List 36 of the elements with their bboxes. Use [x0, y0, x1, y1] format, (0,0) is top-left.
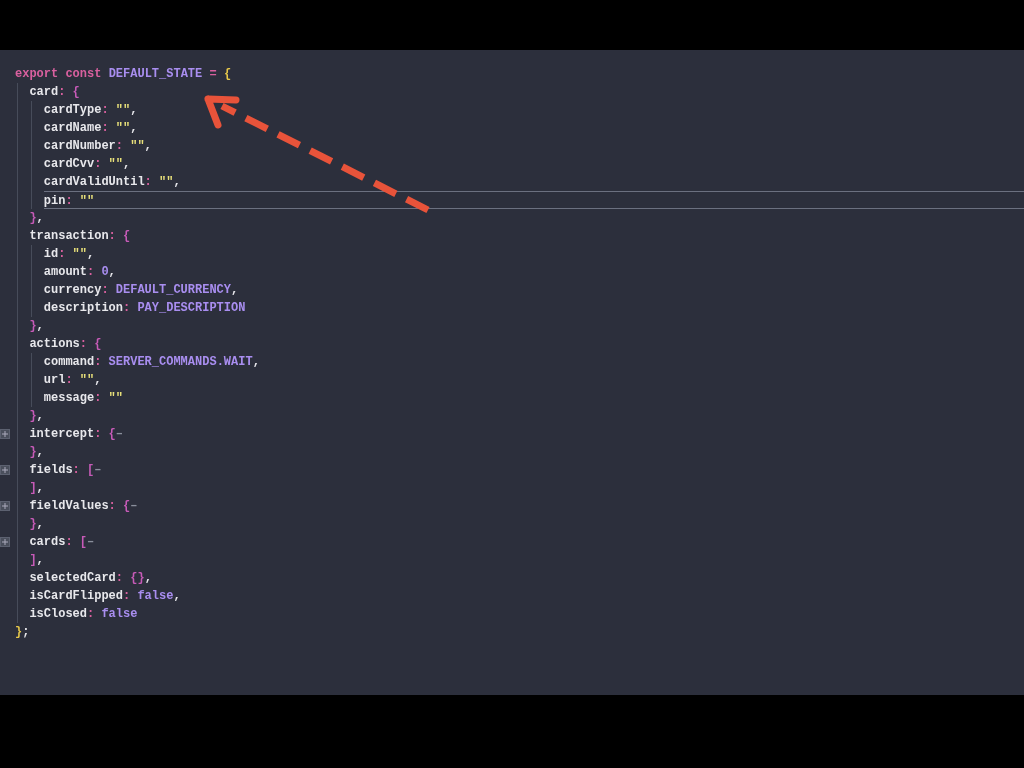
code-line: ],: [29, 552, 45, 569]
code-line: },: [29, 318, 45, 335]
code-line: amount: 0,: [43, 264, 117, 281]
code-line: url: "",: [43, 372, 103, 389]
code-line: selectedCard: {},: [29, 570, 153, 587]
code-line: cardCvv: "",: [43, 156, 132, 173]
code-line: isCardFlipped: false,: [29, 588, 182, 605]
code-line: },: [29, 408, 45, 425]
fold-expand-icon[interactable]: [0, 429, 10, 439]
code-line: export const DEFAULT_STATE = {: [15, 66, 233, 83]
code-line: cardType: "",: [43, 102, 139, 119]
code-line: cardNumber: "",: [43, 138, 153, 155]
code-line: },: [29, 444, 45, 461]
code-line: cards: [–: [29, 534, 96, 551]
code-line: },: [29, 210, 45, 227]
code-line: id: "",: [43, 246, 96, 263]
code-line: };: [15, 624, 31, 641]
fold-expand-icon[interactable]: [0, 465, 10, 475]
code-line: pin: "": [43, 191, 1024, 209]
code-line: currency: DEFAULT_CURRENCY,: [43, 282, 240, 299]
code-line: cardName: "",: [43, 120, 139, 137]
code-line: fieldValues: {–: [29, 498, 139, 515]
code-line: intercept: {–: [29, 426, 124, 443]
code-line: fields: [–: [29, 462, 103, 479]
code-line: description: PAY_DESCRIPTION: [43, 300, 247, 317]
code-line: command: SERVER_COMMANDS.WAIT,: [43, 354, 261, 371]
code-line: isClosed: false: [29, 606, 139, 623]
fold-expand-icon[interactable]: [0, 501, 10, 511]
code-line: },: [29, 516, 45, 533]
fold-expand-icon[interactable]: [0, 537, 10, 547]
code-line: card: {: [29, 84, 81, 101]
code-line: cardValidUntil: "",: [43, 174, 182, 191]
code-line: ],: [29, 480, 45, 497]
code-line: transaction: {: [29, 228, 132, 245]
code-line: actions: {: [29, 336, 103, 353]
code-line: message: "": [43, 390, 124, 407]
